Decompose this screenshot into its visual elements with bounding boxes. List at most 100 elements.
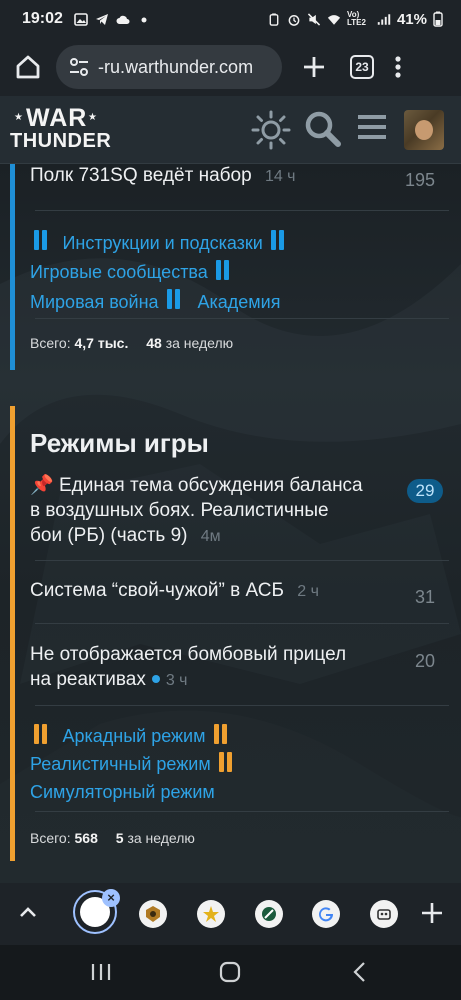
category-card-community: Полк 731SQ ведёт набор 14 ч 195 Инструкц… [10,164,461,370]
google-favicon-icon [319,907,334,922]
topic-row[interactable]: Не отображается бомбовый прицел на реакт… [30,642,405,693]
subcategory-marker [213,724,230,752]
week-count: 48 [146,335,162,351]
new-tab-plus-icon[interactable] [420,901,444,925]
war-thunder-logo[interactable]: ★ WAR ★ THUNDER [10,104,111,156]
subcategory-link[interactable]: Инструкции и подсказки [62,233,262,253]
tab-robot-favicon[interactable] [370,900,398,928]
battery-saver-icon [269,12,279,26]
topic-title-line3[interactable]: бои (РБ) (часть 9) [30,525,187,546]
alarm-icon [288,14,300,26]
divider [35,811,449,812]
chevron-up-icon[interactable] [18,903,38,923]
divider [35,623,449,624]
divider [35,318,449,319]
topic-age: 4м [200,528,221,545]
topic-reply-count: 195 [404,170,435,190]
topic-row-pinned[interactable]: 📌 Единая тема обсуждения баланса в возду… [30,473,405,549]
tab-star-favicon[interactable] [197,900,225,928]
unread-dot-icon [151,674,160,683]
subcategory-list: Аркадный режим Реалистичный режим Симуля… [30,724,239,806]
divider [35,210,449,211]
totals-label: Всего: [30,830,71,846]
user-avatar[interactable] [404,110,444,150]
topic-title[interactable]: Система “свой-чужой” в АСБ [30,580,284,601]
unread-count-badge[interactable]: 29 [407,479,443,503]
category-title[interactable]: Режимы игры [30,428,209,459]
subcategory-marker [219,752,235,780]
divider [35,560,449,561]
week-label: за неделю [127,830,195,846]
tune-icon[interactable] [68,56,90,78]
topic-title-line2[interactable]: на реактивах [30,669,146,690]
topic-title-line1[interactable]: Единая тема обсуждения баланса [59,475,363,496]
topic-title[interactable]: Полк 731SQ ведёт набор [30,165,252,186]
totals-count: 4,7 тыс. [74,335,129,351]
signal-icon [377,13,391,25]
subcategory-marker [167,288,183,318]
logo-line2: THUNDER [10,130,112,152]
week-count: 5 [115,830,124,846]
hamburger-icon[interactable] [357,112,387,142]
category-totals: Всего: 568 5 за неделю [30,830,195,846]
subcategory-link[interactable]: Академия [197,292,280,312]
subcategory-link[interactable]: Аркадный режим [62,726,205,746]
home-nav-icon[interactable] [219,961,241,983]
topic-reply-count: 31 [414,587,435,607]
battery-icon [433,11,443,27]
site-header: ★ WAR ★ THUNDER [0,96,461,164]
subcategory-marker [271,230,287,259]
totals-count: 568 [74,830,98,846]
close-tab-button[interactable]: × [102,889,120,907]
subcategory-marker [34,724,50,752]
forum-content: Полк 731SQ ведёт набор 14 ч 195 Инструкц… [0,164,461,883]
system-navigation-bar [0,945,461,1000]
back-icon[interactable] [350,961,372,983]
topic-row[interactable]: Система “свой-чужой” в АСБ 2 ч [30,578,405,604]
address-bar[interactable]: -ru.warthunder.com [56,45,282,89]
subcategory-link[interactable]: Мировая война [30,292,159,312]
tab-strip: × [0,883,461,945]
robot-favicon-icon [377,909,391,920]
totals-label: Всего: [30,335,71,351]
category-totals: Всего: 4,7 тыс. 48 за неделю [30,335,233,351]
topic-age: 3 ч [165,672,188,689]
topic-reply-count: 20 [414,651,435,671]
tab-switcher-button[interactable]: 23 [350,55,374,79]
subcategory-link[interactable]: Реалистичный режим [30,754,211,774]
wifi-icon [327,14,341,25]
star-icon: ★ [88,112,97,123]
search-icon[interactable] [304,110,342,148]
dot-icon [141,17,147,22]
status-time: 19:02 [22,10,63,27]
tab-google-favicon[interactable] [312,900,340,928]
star-favicon-icon [203,906,219,922]
subcategory-link[interactable]: Игровые сообщества [30,262,208,282]
sun-icon[interactable] [251,110,291,150]
gallery-icon [74,12,88,26]
week-label: за неделю [165,335,234,351]
tab-warthunder-favicon[interactable] [139,900,167,928]
topic-age: 14 ч [264,168,296,185]
sword-favicon-icon [262,907,276,921]
topic-title-line1[interactable]: Не отображается бомбовый прицел [30,642,405,667]
more-vert-icon[interactable] [394,55,402,79]
status-bar: 19:02 Vo) LTE2 41% [0,0,461,38]
cloud-icon [116,15,130,24]
subcategory-list: Инструкции и подсказки Игровые сообществ… [30,230,291,318]
topic-title-line2[interactable]: в воздушных боях. Реалистичные [30,498,405,523]
recent-apps-icon[interactable] [90,961,112,983]
logo-line1: WAR [26,104,88,132]
tab-sword-favicon[interactable] [255,900,283,928]
star-icon: ★ [14,112,23,123]
plus-icon[interactable] [302,55,326,79]
home-icon[interactable] [14,53,42,81]
topic-age: 2 ч [297,583,319,600]
topic-row[interactable]: Полк 731SQ ведёт набор 14 ч [30,164,450,189]
subcategory-link[interactable]: Симуляторный режим [30,782,215,802]
subcategory-marker [34,230,50,259]
pin-icon: 📌 [30,475,54,496]
browser-toolbar: -ru.warthunder.com 23 [0,38,461,96]
url-text[interactable]: -ru.warthunder.com [98,57,253,78]
divider [35,705,449,706]
